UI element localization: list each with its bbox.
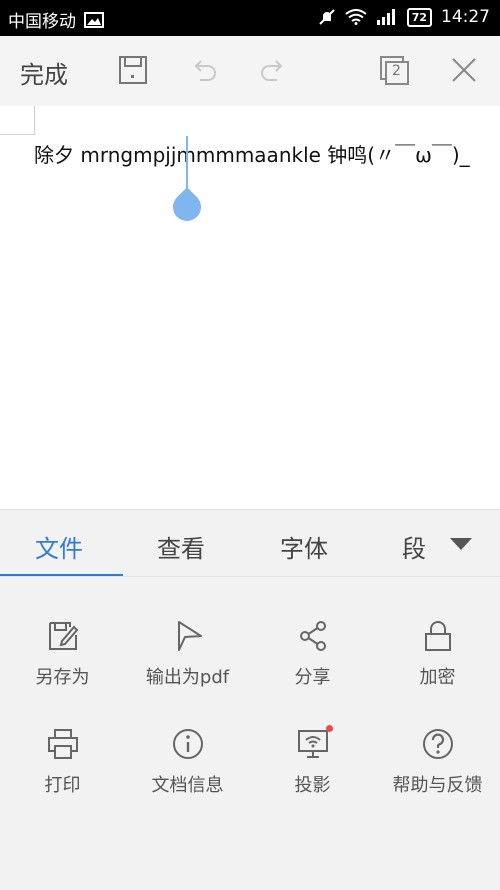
signal-icon	[376, 9, 395, 25]
undo-icon[interactable]	[188, 54, 220, 86]
document-text[interactable]: 除夕 mrngmpjjmmmmaankle 钟鸣(〃￣ω￣)_	[34, 139, 470, 168]
tabs-expand-icon[interactable]	[450, 538, 472, 550]
save-icon[interactable]	[117, 54, 149, 86]
export-pdf-label: 输出为pdf	[145, 667, 230, 688]
image-notification-icon	[84, 11, 104, 28]
doc-info-label: 文档信息	[151, 775, 224, 796]
info-icon	[172, 729, 203, 759]
status-bar: 中国移动 72 14:27	[0, 0, 500, 36]
close-icon[interactable]	[448, 54, 480, 86]
encrypt-button[interactable]: 加密	[375, 619, 500, 689]
mute-icon	[318, 9, 335, 25]
cursor-handle[interactable]	[167, 187, 207, 227]
file-menu-panel: 另存为 输出为pdf 分享 加密 打印 文档信息 投影 帮助与反馈	[0, 576, 500, 890]
projection-button[interactable]: 投影	[250, 725, 375, 797]
share-label: 分享	[294, 667, 331, 688]
projection-icon	[297, 730, 328, 758]
share-icon	[299, 621, 326, 651]
save-as-button[interactable]: 另存为	[0, 619, 125, 689]
notification-dot	[326, 725, 333, 732]
help-feedback-button[interactable]: 帮助与反馈	[375, 727, 500, 797]
menu-tabs: 文件 查看 字体 段	[0, 509, 500, 577]
tab-font[interactable]: 字体	[280, 529, 328, 564]
redo-icon[interactable]	[257, 54, 289, 86]
encrypt-label: 加密	[419, 667, 456, 688]
clock: 14:27	[441, 7, 490, 27]
print-icon	[47, 729, 78, 759]
wifi-icon	[345, 9, 367, 25]
done-button[interactable]: 完成	[20, 55, 68, 90]
save-as-icon	[48, 622, 78, 650]
share-button[interactable]: 分享	[250, 619, 375, 689]
carrier-label: 中国移动	[8, 12, 76, 32]
print-label: 打印	[44, 775, 81, 796]
tab-paragraph[interactable]: 段	[402, 529, 426, 564]
send-icon	[177, 621, 202, 651]
document-canvas[interactable]: 除夕 mrngmpjjmmmmaankle 钟鸣(〃￣ω￣)_	[0, 106, 500, 509]
top-toolbar: 完成 2	[0, 36, 500, 107]
print-button[interactable]: 打印	[0, 727, 125, 797]
tab-file[interactable]: 文件	[35, 529, 83, 564]
page-count: 2	[392, 63, 401, 79]
projection-label: 投影	[294, 775, 331, 796]
save-as-label: 另存为	[35, 667, 90, 688]
battery-indicator: 72	[406, 7, 432, 27]
lock-icon	[424, 621, 451, 651]
tab-view[interactable]: 查看	[157, 529, 205, 564]
doc-info-button[interactable]: 文档信息	[125, 727, 250, 797]
page-corner-marker	[0, 106, 35, 135]
page-switcher-button[interactable]: 2	[378, 54, 410, 86]
help-icon	[422, 729, 453, 759]
help-feedback-label: 帮助与反馈	[392, 775, 483, 796]
export-pdf-button[interactable]: 输出为pdf	[125, 619, 250, 689]
